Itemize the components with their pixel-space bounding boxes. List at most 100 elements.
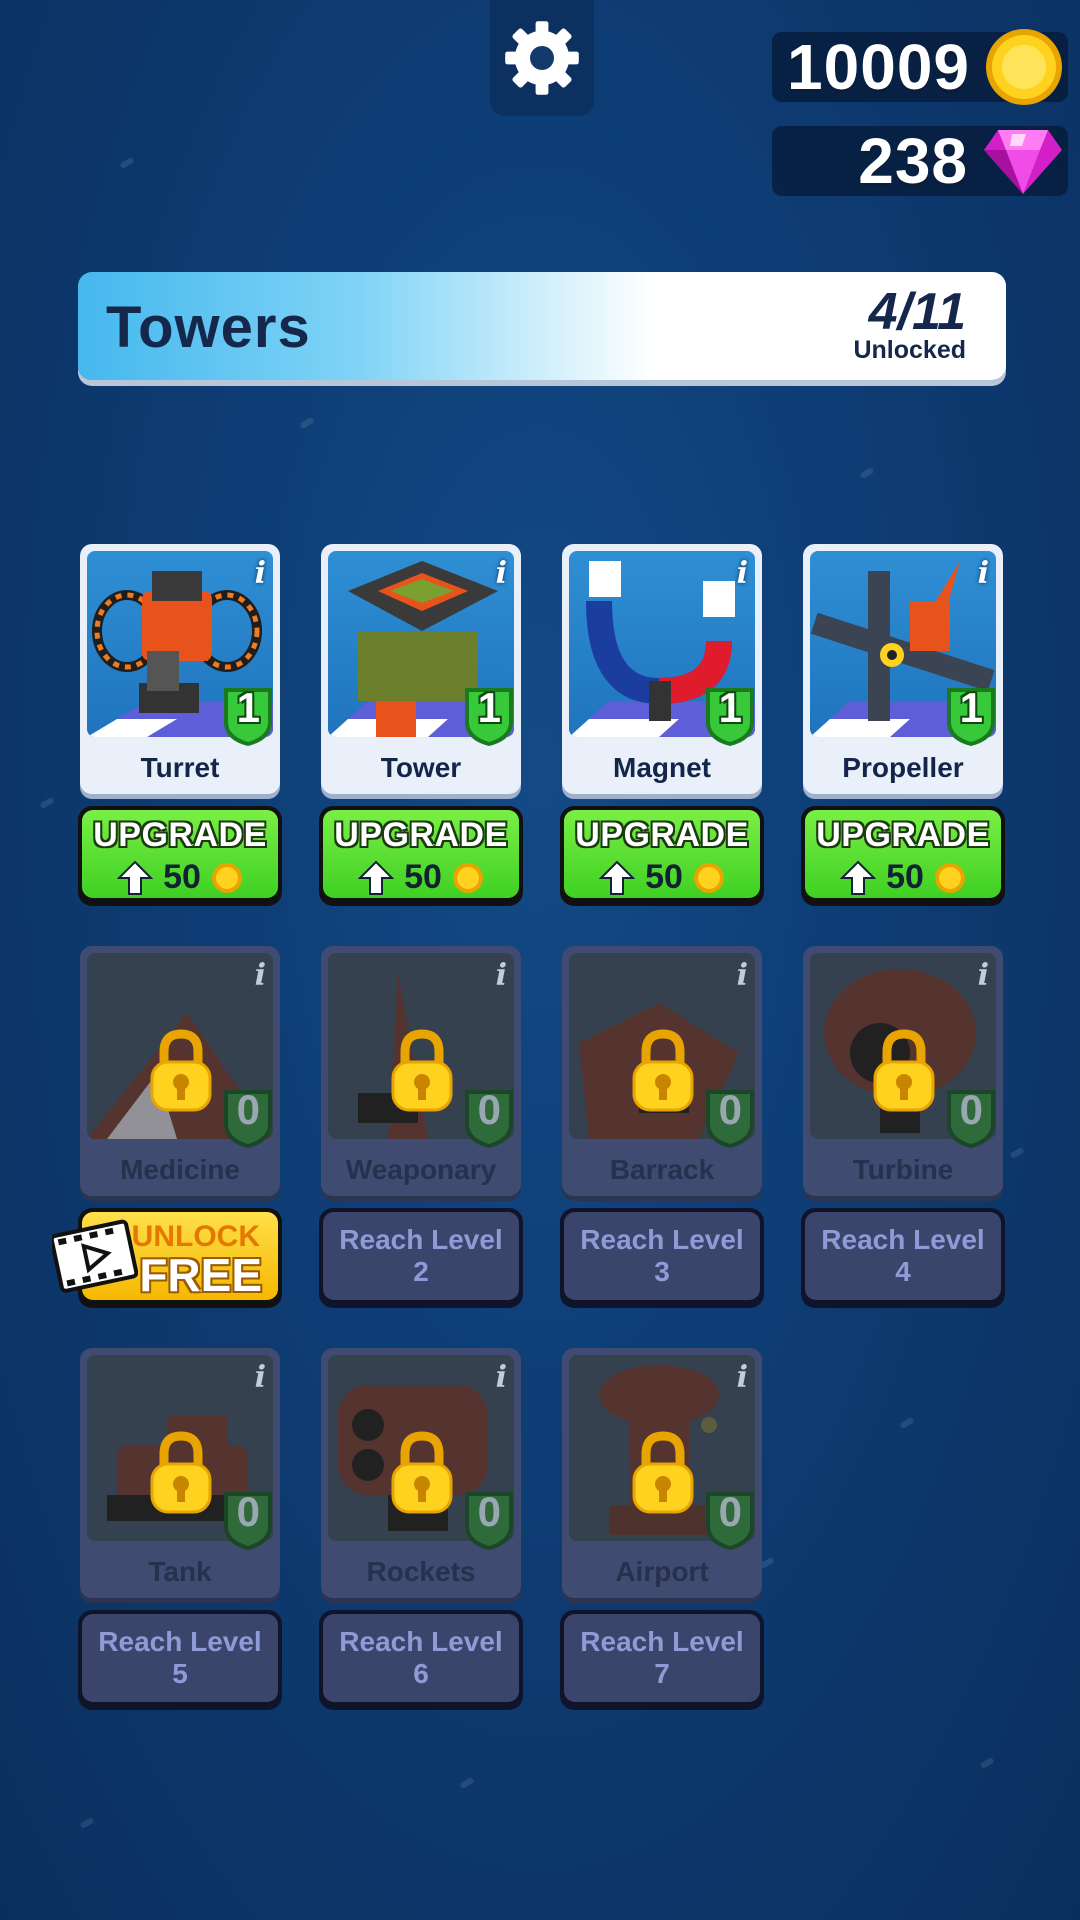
upgrade-price: 50 [163, 858, 201, 896]
reach-level-label: Reach Level [580, 1224, 744, 1255]
upgrade-label: UPGRADE [334, 816, 508, 854]
coin-icon [452, 862, 483, 893]
gear-icon [505, 21, 579, 95]
coin-icon [693, 862, 724, 893]
tower-name: Medicine [120, 1154, 240, 1185]
gem-counter: 238 [772, 125, 1068, 197]
arrow-up-icon [840, 860, 877, 895]
upgrade-button-magnet[interactable]: UPGRADE 50 [560, 806, 764, 906]
tower-name: Propeller [842, 752, 964, 783]
tower-card-turbine[interactable]: i 0 Turbine [803, 946, 1003, 1196]
gem-icon [984, 130, 1062, 194]
reach-level-label: Reach Level [821, 1224, 985, 1255]
arrow-up-icon [358, 860, 395, 895]
reach-level-number: 2 [413, 1256, 429, 1287]
reach-level-button-turbine[interactable]: Reach Level 4 [801, 1208, 1005, 1308]
reach-level-number: 4 [895, 1256, 911, 1287]
reach-level-button-barrack[interactable]: Reach Level 3 [560, 1208, 764, 1308]
unlocked-count: 4/11 [868, 283, 966, 341]
upgrade-price: 50 [404, 858, 442, 896]
info-icon[interactable]: i [978, 958, 989, 993]
level-number: 1 [718, 684, 742, 731]
tower-name: Magnet [613, 752, 711, 783]
tower-card-weaponary[interactable]: i 0 Weaponary [321, 946, 521, 1196]
level-number: 1 [236, 684, 260, 731]
info-icon[interactable]: i [255, 1360, 266, 1395]
level-number: 1 [959, 684, 983, 731]
tower-card-turret[interactable]: i 1 Turret [80, 544, 280, 794]
reach-level-label: Reach Level [339, 1626, 503, 1657]
upgrade-button-tower[interactable]: UPGRADE 50 [319, 806, 523, 906]
level-number: 1 [477, 684, 501, 731]
tower-card-propeller[interactable]: i 1 Propeller [803, 544, 1003, 794]
info-icon[interactable]: i [737, 556, 748, 591]
video-film-icon [52, 1219, 138, 1293]
lock-icon [150, 1431, 212, 1514]
unlock-free-button[interactable]: UNLOCK FREE [52, 1208, 282, 1308]
upgrade-label: UPGRADE [816, 816, 990, 854]
unlocked-label: Unlocked [853, 336, 966, 364]
info-icon[interactable]: i [737, 1360, 748, 1395]
level-number: 0 [718, 1488, 742, 1535]
level-number: 0 [477, 1086, 501, 1133]
reach-level-button-airport[interactable]: Reach Level 7 [560, 1610, 764, 1710]
reach-level-label: Reach Level [580, 1626, 744, 1657]
towers-header: Towers 4/11 Unlocked [78, 272, 1006, 380]
coin-icon [934, 862, 965, 893]
upgrade-price: 50 [645, 858, 683, 896]
tower-card-magnet[interactable]: i 1 Magnet [562, 544, 762, 794]
coin-icon [211, 862, 242, 893]
tower-card-tank[interactable]: i 0 Tank [80, 1348, 280, 1598]
tower-name: Weaponary [345, 1154, 497, 1185]
level-number: 0 [236, 1488, 260, 1535]
tower-card-rockets[interactable]: i 0 Rockets [321, 1348, 521, 1598]
tower-card-medicine[interactable]: i 0 Medicine [80, 946, 280, 1196]
coin-icon [986, 29, 1062, 105]
reach-level-label: Reach Level [339, 1224, 503, 1255]
info-icon[interactable]: i [255, 958, 266, 993]
lock-icon [150, 1029, 212, 1112]
info-icon[interactable]: i [255, 556, 266, 591]
reach-level-number: 3 [654, 1256, 670, 1287]
tower-name: Rockets [366, 1556, 476, 1587]
level-number: 0 [477, 1488, 501, 1535]
level-number: 0 [959, 1086, 983, 1133]
tower-name: Turbine [852, 1154, 954, 1185]
tower-card-airport[interactable]: i 0 Airport [562, 1348, 762, 1598]
arrow-up-icon [599, 860, 636, 895]
reach-level-number: 7 [654, 1658, 670, 1689]
tower-card-tower[interactable]: i 1 Tower [321, 544, 521, 794]
lock-icon [632, 1029, 694, 1112]
tower-name: Turret [140, 752, 220, 783]
reach-level-button-tank[interactable]: Reach Level 5 [78, 1610, 282, 1710]
tower-name: Airport [615, 1556, 709, 1587]
info-icon[interactable]: i [978, 556, 989, 591]
level-number: 0 [236, 1086, 260, 1133]
upgrade-button-turret[interactable]: UPGRADE 50 [78, 806, 282, 906]
tower-name: Tower [380, 752, 462, 783]
lock-icon [391, 1431, 453, 1514]
reach-level-button-rockets[interactable]: Reach Level 6 [319, 1610, 523, 1710]
info-icon[interactable]: i [496, 958, 507, 993]
upgrade-button-propeller[interactable]: UPGRADE 50 [801, 806, 1005, 906]
coin-counter: 10009 [772, 29, 1068, 105]
page-title: Towers [106, 295, 311, 360]
reach-level-number: 6 [413, 1658, 429, 1689]
settings-button[interactable] [490, 0, 594, 116]
info-icon[interactable]: i [737, 958, 748, 993]
reach-level-button-weaponary[interactable]: Reach Level 2 [319, 1208, 523, 1308]
lock-icon [391, 1029, 453, 1112]
info-icon[interactable]: i [496, 1360, 507, 1395]
upgrade-label: UPGRADE [93, 816, 267, 854]
lock-icon [873, 1029, 935, 1112]
gem-amount: 238 [858, 125, 968, 197]
free-label: FREE [139, 1249, 262, 1301]
reach-level-number: 5 [172, 1658, 188, 1689]
reach-level-label: Reach Level [98, 1626, 262, 1657]
upgrade-label: UPGRADE [575, 816, 749, 854]
upgrade-price: 50 [886, 858, 924, 896]
lock-icon [632, 1431, 694, 1514]
info-icon[interactable]: i [496, 556, 507, 591]
arrow-up-icon [117, 860, 154, 895]
tower-card-barrack[interactable]: i 0 Barrack [562, 946, 762, 1196]
